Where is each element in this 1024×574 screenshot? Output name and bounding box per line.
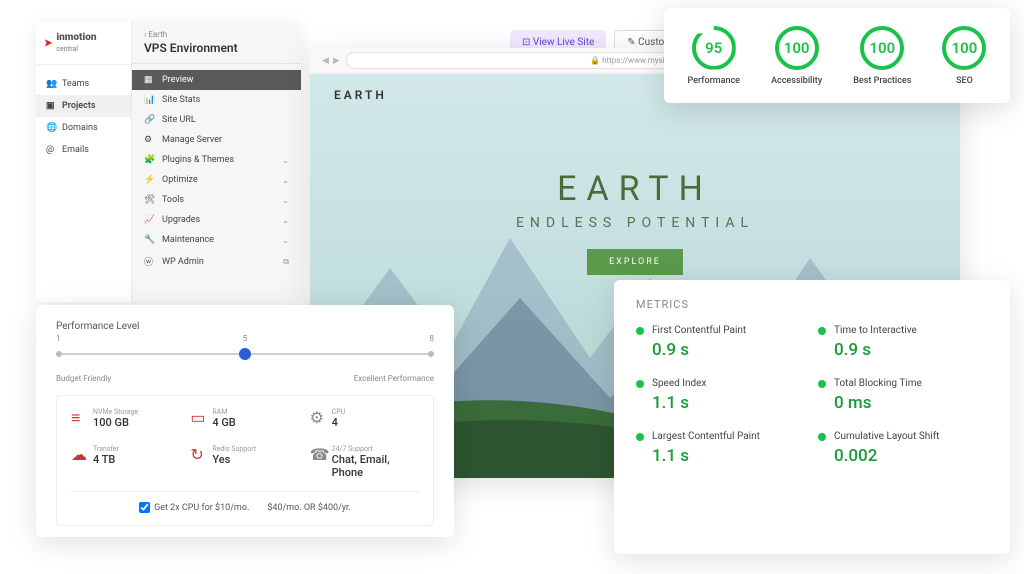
redis-icon: ↻ [190, 445, 204, 459]
cpu-icon: ⚙ [310, 408, 324, 422]
score-accessibility: 100Accessibility [771, 26, 822, 86]
hero-cta-button[interactable]: EXPLORE [587, 249, 683, 275]
ram-icon: ▭ [190, 408, 204, 422]
spec-ram: ▭RAM4 GB [190, 408, 299, 429]
link-icon: 🔗 [144, 115, 156, 125]
grid-icon: ▦ [144, 75, 156, 85]
metric-speed-index: Speed Index1.1 s [636, 378, 806, 413]
sidenav-item-domains[interactable]: 🌐Domains [36, 117, 131, 139]
primary-sidenav: ➤ inmotioncentral 👥Teams▣Projects🌐Domain… [36, 22, 132, 302]
metric-cumulative-layout-shift: Cumulative Layout Shift0.002 [818, 431, 988, 466]
metrics-title: METRICS [636, 298, 988, 311]
status-dot-icon [818, 433, 826, 441]
performance-level-panel: Performance Level 1 5 8 Budget Friendly … [36, 305, 454, 537]
sidenav-item-emails[interactable]: @Emails [36, 139, 131, 161]
spec-support: ☎24/7 SupportChat, Email, Phone [310, 445, 419, 479]
status-dot-icon [636, 433, 644, 441]
status-dot-icon [818, 327, 826, 335]
subnav-item-manage-server[interactable]: ⚙Manage Server [132, 130, 301, 150]
perf-title: Performance Level [56, 321, 434, 332]
slider-min-label: Budget Friendly [56, 374, 111, 383]
subnav-item-maintenance[interactable]: 🔧Maintenance⌄ [132, 230, 301, 250]
storage-icon: ≡ [71, 408, 85, 422]
subnav-item-site-stats[interactable]: 📊Site Stats [132, 90, 301, 110]
chevron-down-icon: ⌄ [282, 156, 289, 165]
globe-icon: 🌐 [46, 123, 56, 133]
subnav-item-wp-admin[interactable]: ⓦWP Admin⧉ [132, 250, 301, 273]
chevron-down-icon: ⌄ [282, 196, 289, 205]
secondary-subnav: ‹ Earth VPS Environment ▦Preview📊Site St… [132, 22, 301, 302]
metric-total-blocking-time: Total Blocking Time0 ms [818, 378, 988, 413]
perf-slider[interactable]: 1 5 8 [56, 342, 434, 368]
trend-icon: 📈 [144, 215, 156, 225]
site-logo: EARTH [334, 88, 387, 102]
cpu-upsell-checkbox[interactable]: Get 2x CPU for $10/mo. [139, 502, 249, 513]
subnav-title: VPS Environment [144, 41, 289, 55]
subnav-item-site-url[interactable]: 🔗Site URL [132, 110, 301, 130]
spec-redis: ↻Redis SupportYes [190, 445, 299, 479]
subnav-item-tools[interactable]: 🛠Tools⌄ [132, 190, 301, 210]
stats-icon: 📊 [144, 95, 156, 105]
score-seo: 100SEO [942, 26, 986, 86]
spec-storage: ≡NVMe Storage100 GB [71, 408, 180, 429]
sidenav-item-teams[interactable]: 👥Teams [36, 73, 131, 95]
support-icon: ☎ [310, 445, 324, 459]
metrics-panel: METRICS First Contentful Paint0.9 s Time … [614, 280, 1010, 554]
wrench-icon: 🛠 [144, 195, 156, 205]
chevron-down-icon: ⌄ [282, 236, 289, 245]
chevron-down-icon: ⌄ [282, 216, 289, 225]
external-icon: ⧉ [283, 257, 289, 267]
brand-logo: ➤ inmotioncentral [36, 22, 131, 65]
price-text: $40/mo. OR $400/yr. [267, 503, 351, 513]
lighthouse-scores: 95Performance 100Accessibility 100Best Pra… [664, 8, 1010, 103]
spec-cpu: ⚙CPU4 [310, 408, 419, 429]
slider-thumb[interactable] [239, 348, 251, 360]
score-performance: 95Performance [688, 26, 740, 86]
status-dot-icon [636, 380, 644, 388]
puzzle-icon: 🧩 [144, 155, 156, 165]
hero-heading: EARTH [310, 169, 960, 209]
people-icon: 👥 [46, 79, 56, 89]
subnav-item-preview[interactable]: ▦Preview [132, 70, 301, 90]
score-best-practices: 100Best Practices [853, 26, 911, 86]
metric-first-contentful-paint: First Contentful Paint0.9 s [636, 325, 806, 360]
sliders-icon: ⚙ [144, 135, 156, 145]
tool-icon: 🔧 [144, 235, 156, 245]
subnav-item-plugins-themes[interactable]: 🧩Plugins & Themes⌄ [132, 150, 301, 170]
spec-cloud: ☁Transfer4 TB [71, 445, 180, 479]
folder-icon: ▣ [46, 101, 56, 111]
at-icon: @ [46, 145, 56, 155]
logo-arrow-icon: ➤ [44, 38, 52, 49]
speed-icon: ⚡ [144, 175, 156, 185]
cloud-icon: ☁ [71, 445, 85, 459]
subnav-item-upgrades[interactable]: 📈Upgrades⌄ [132, 210, 301, 230]
breadcrumb[interactable]: ‹ Earth [144, 30, 289, 39]
chevron-down-icon: ⌄ [282, 176, 289, 185]
subnav-item-optimize[interactable]: ⚡Optimize⌄ [132, 170, 301, 190]
metric-largest-contentful-paint: Largest Contentful Paint1.1 s [636, 431, 806, 466]
sidenav-item-projects[interactable]: ▣Projects [36, 95, 131, 117]
wp-icon: ⓦ [144, 255, 156, 268]
metric-time-to-interactive: Time to Interactive0.9 s [818, 325, 988, 360]
status-dot-icon [818, 380, 826, 388]
status-dot-icon [636, 327, 644, 335]
hero-subheading: ENDLESS POTENTIAL [310, 215, 960, 231]
slider-max-label: Excellent Performance [354, 374, 434, 383]
admin-panel: ➤ inmotioncentral 👥Teams▣Projects🌐Domain… [36, 22, 301, 302]
